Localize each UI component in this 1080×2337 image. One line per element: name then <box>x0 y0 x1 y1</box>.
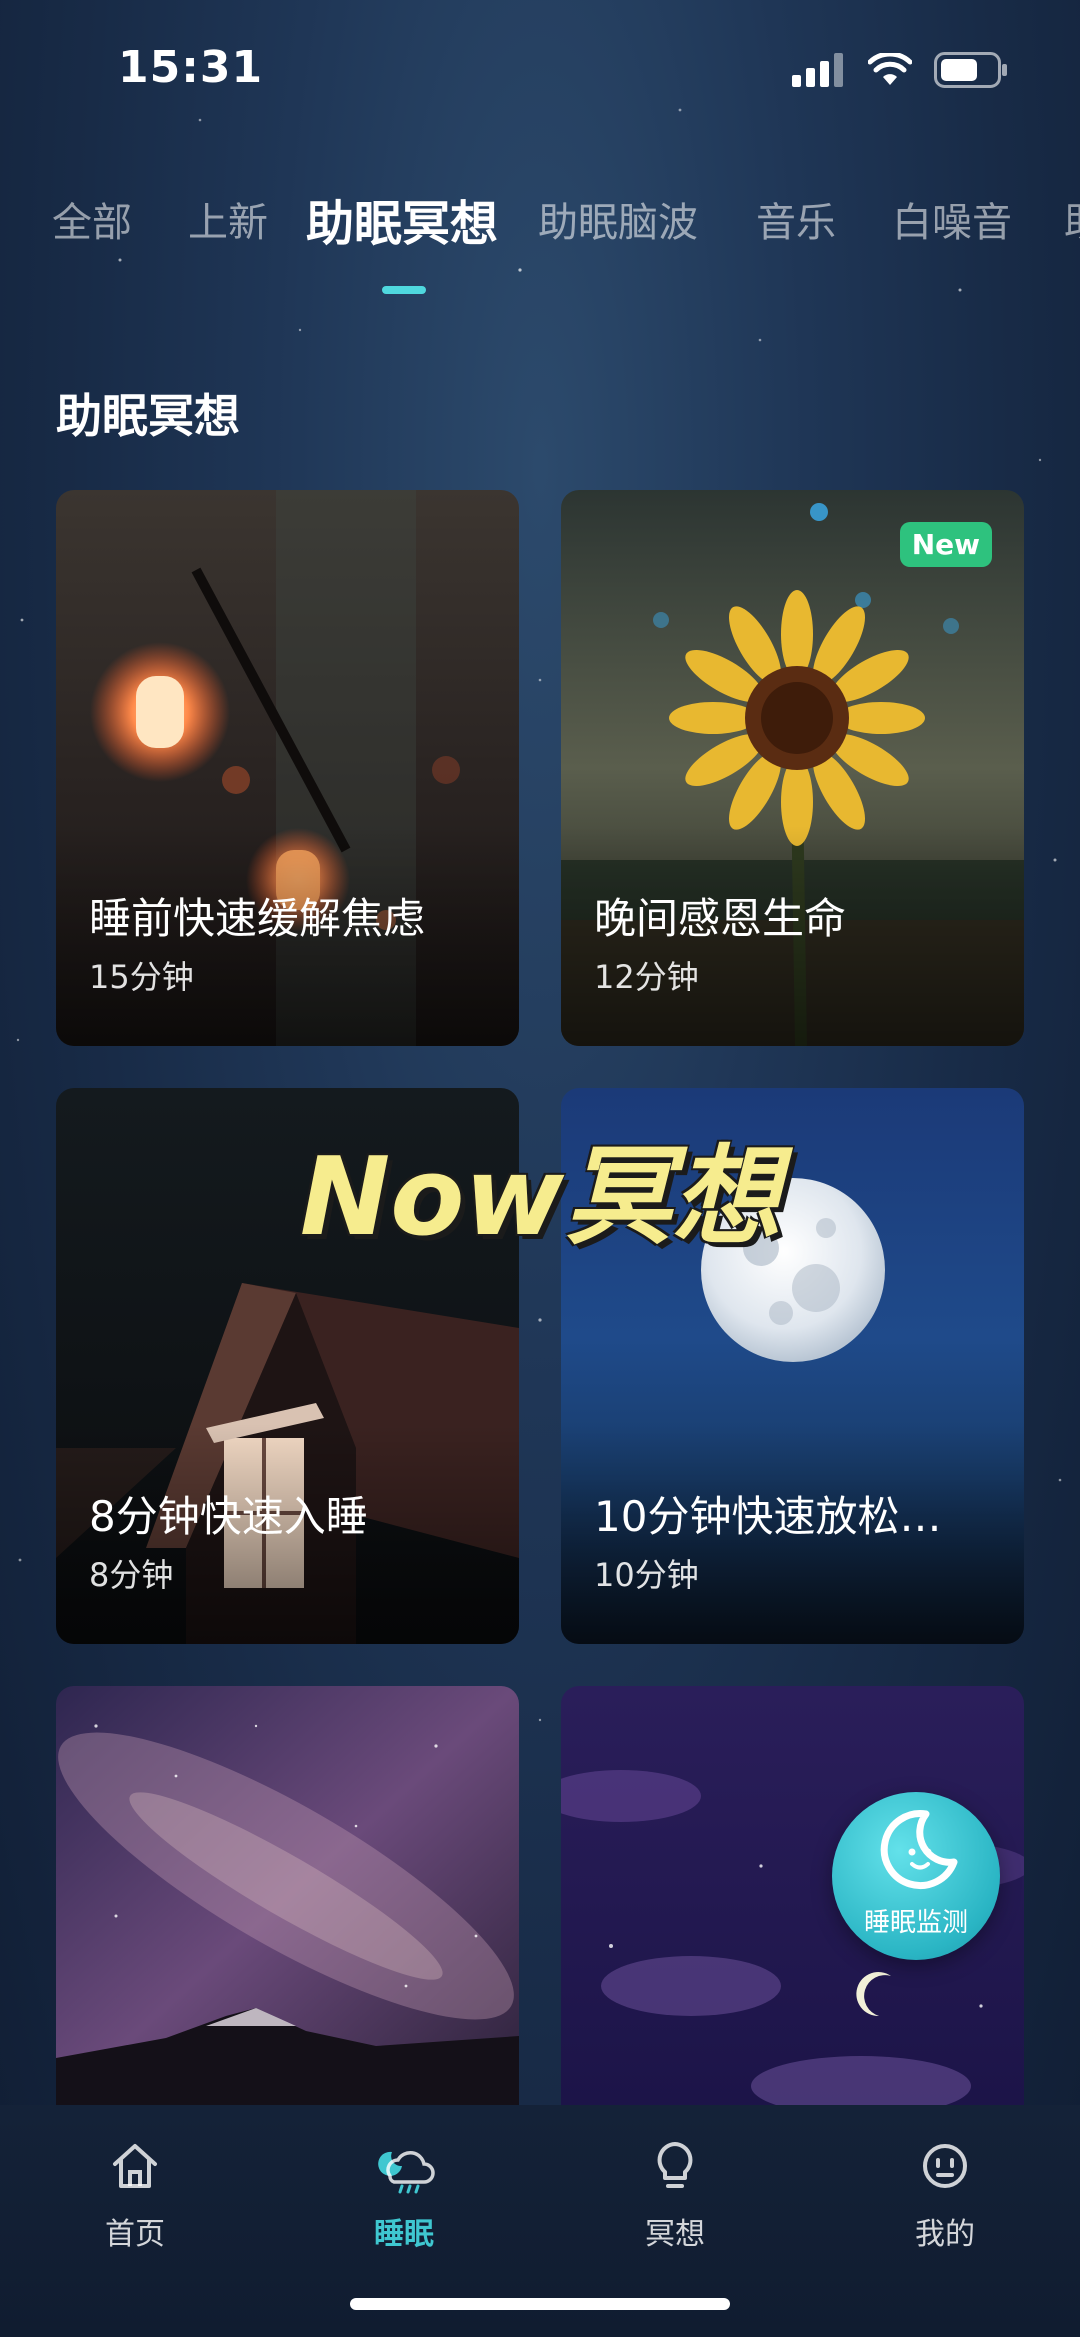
category-tabs: 全部 上新 助眠冥想 助眠脑波 音乐 白噪音 助 <box>0 190 1080 310</box>
status-time: 15:31 <box>118 42 264 93</box>
nav-meditation-label: 冥想 <box>645 2217 705 2252</box>
new-badge: New <box>899 522 992 567</box>
card-duration: 15分钟 <box>89 958 194 996</box>
profile-face-icon <box>923 2144 967 2188</box>
wifi-icon <box>868 53 912 85</box>
lightbulb-icon <box>657 2142 693 2188</box>
overlay-caption: Now冥想 <box>299 1135 781 1260</box>
tab-new[interactable]: 上新 <box>188 190 268 248</box>
meditation-card[interactable] <box>56 1686 519 2106</box>
card-duration: 10分钟 <box>594 1556 699 1594</box>
tab-all[interactable]: 全部 <box>52 190 132 248</box>
meditation-card[interactable]: New 晚间感恩生命 12分钟 <box>561 490 1024 1046</box>
nav-home[interactable]: 首页 <box>35 2131 235 2253</box>
moon-face-icon <box>880 1810 958 1890</box>
home-icon <box>113 2144 157 2188</box>
tab-sleep-meditation[interactable]: 助眠冥想 <box>306 190 498 254</box>
tab-white-noise[interactable]: 白噪音 <box>892 190 1012 248</box>
nav-profile-label: 我的 <box>915 2217 975 2252</box>
card-duration: 8分钟 <box>89 1556 174 1594</box>
nav-meditation[interactable]: 冥想 <box>575 2131 775 2253</box>
nav-profile[interactable]: 我的 <box>845 2131 1045 2253</box>
tab-sleep-brainwave[interactable]: 助眠脑波 <box>538 190 698 248</box>
card-duration: 12分钟 <box>594 958 699 996</box>
status-icons <box>792 52 1008 88</box>
card-title: 10分钟快速放松… <box>594 1492 942 1541</box>
home-indicator <box>350 2298 730 2310</box>
nav-sleep-label: 睡眠 <box>374 2217 434 2252</box>
sleep-monitor-button[interactable]: 睡眠监测 <box>832 1792 1000 1960</box>
tab-music[interactable]: 音乐 <box>756 190 836 248</box>
sleep-monitor-label: 睡眠监测 <box>863 1908 968 1938</box>
signal-icon <box>792 53 843 87</box>
card-title: 晚间感恩生命 <box>594 894 847 943</box>
card-title: 8分钟快速入睡 <box>89 1492 368 1541</box>
nav-sleep[interactable]: 睡眠 <box>304 2131 504 2253</box>
section-title: 助眠冥想 <box>56 389 240 443</box>
battery-icon <box>934 52 1007 88</box>
status-bar: 15:31 <box>0 0 1080 140</box>
card-title: 睡前快速缓解焦虑 <box>89 894 426 943</box>
tab-more[interactable]: 助 <box>1064 190 1080 248</box>
meditation-card[interactable]: 睡前快速缓解焦虑 15分钟 <box>56 490 519 1046</box>
card-image-milky-way <box>56 1686 519 2106</box>
nav-home-label: 首页 <box>105 2217 165 2252</box>
active-tab-indicator <box>382 286 426 294</box>
sleep-cloud-moon-icon <box>378 2151 435 2194</box>
